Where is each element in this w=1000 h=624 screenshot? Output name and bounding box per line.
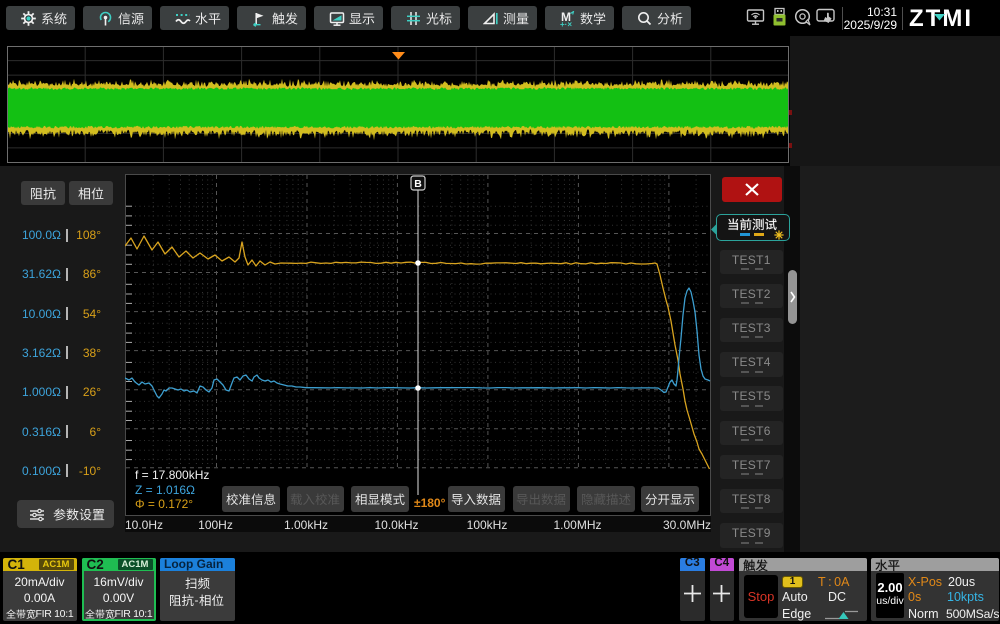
svg-text:+·×: +·×	[560, 20, 572, 27]
svg-text:B: B	[414, 178, 422, 190]
